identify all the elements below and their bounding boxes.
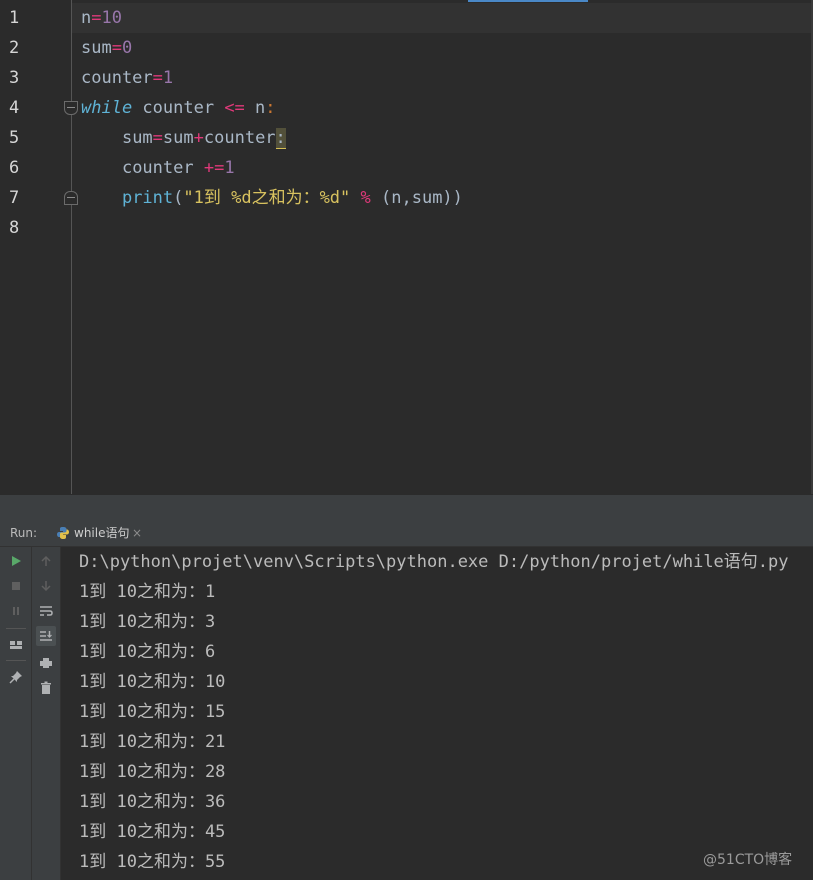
code-token: (n,sum)) (370, 188, 463, 208)
pin-icon[interactable] (6, 667, 26, 687)
line-number: 5 (9, 128, 20, 148)
code-editor[interactable]: 1 2 3 4 5 6 7 8 n=10 sum=0 counter=1 whi… (0, 0, 813, 494)
code-token: counter (132, 98, 225, 118)
code-token-operator: += (203, 158, 225, 178)
code-warning-colon[interactable]: : (275, 128, 286, 149)
code-token: counter (203, 128, 276, 148)
scroll-indicator (468, 0, 588, 2)
line-number: 7 (9, 188, 20, 208)
scroll-to-end-icon[interactable] (36, 626, 56, 646)
code-token-number: 1 (224, 158, 235, 178)
code-token: sum (162, 128, 194, 148)
code-token-operator: = (111, 38, 122, 58)
fold-end-icon[interactable] (64, 191, 78, 205)
toolbar-separator (6, 628, 26, 629)
panel-splitter[interactable] (0, 494, 813, 521)
code-token-number: 1 (162, 68, 174, 88)
code-token: ( (173, 188, 184, 208)
run-icon[interactable] (6, 551, 26, 571)
console-line: 1到 10之和为：55 (79, 852, 226, 872)
stop-icon[interactable] (6, 576, 26, 596)
gutter-divider (71, 0, 72, 494)
python-icon (57, 527, 69, 539)
code-token-colon: : (265, 98, 276, 118)
print-icon[interactable] (36, 653, 56, 673)
code-token-keyword: while (81, 98, 133, 118)
console-line: 1到 10之和为：36 (79, 792, 226, 812)
console-command-line: D:\python\projet\venv\Scripts\python.exe… (79, 552, 789, 572)
code-token-operator: % (360, 188, 371, 208)
watermark: @51CTO博客 (703, 852, 793, 868)
down-arrow-icon[interactable] (36, 576, 56, 596)
code-line-7[interactable]: print("1到 %d之和为：%d" % (n,sum)) (81, 183, 463, 213)
console-line: 1到 10之和为：15 (79, 702, 226, 722)
code-token: sum (121, 128, 153, 148)
run-toolbar-right (32, 547, 61, 880)
soft-wrap-icon[interactable] (36, 601, 56, 621)
line-number-gutter: 1 2 3 4 5 6 7 8 (0, 0, 72, 494)
console-line: 1到 10之和为：45 (79, 822, 226, 842)
pause-icon[interactable] (6, 601, 26, 621)
console-line: 1到 10之和为：1 (79, 582, 216, 602)
line-number: 1 (9, 8, 20, 28)
line-number: 3 (9, 68, 20, 88)
toolbar-separator (6, 660, 26, 661)
layout-icon[interactable] (6, 635, 26, 655)
run-label: Run: (10, 526, 38, 540)
code-token-operator: = (152, 68, 163, 88)
code-token-number: 0 (121, 38, 133, 58)
code-token: counter (121, 158, 204, 178)
line-number: 8 (9, 218, 20, 238)
run-panel-header: Run: while语句 × (0, 520, 813, 547)
console-line: 1到 10之和为：28 (79, 762, 226, 782)
trash-icon[interactable] (36, 678, 56, 698)
code-line-2[interactable]: sum=0 (81, 33, 132, 63)
code-token: n (81, 8, 92, 28)
close-icon[interactable]: × (132, 520, 142, 546)
code-line-5[interactable]: sum=sum+counter: (81, 123, 286, 153)
line-number: 6 (9, 158, 20, 178)
code-token-operator: <= (224, 98, 245, 118)
console-line: 1到 10之和为：6 (79, 642, 216, 662)
up-arrow-icon[interactable] (36, 551, 56, 571)
code-token: counter (81, 68, 153, 88)
code-token-builtin: print (121, 188, 174, 208)
fold-start-icon[interactable] (64, 101, 78, 115)
run-tab-label: while语句 (74, 526, 130, 540)
line-number: 2 (9, 38, 20, 58)
code-token-string: "1到 %d之和为：%d" (183, 188, 351, 208)
code-token: n (244, 98, 266, 118)
code-line-4[interactable]: while counter <= n: (81, 93, 276, 123)
code-line-3[interactable]: counter=1 (81, 63, 173, 93)
console-line: 1到 10之和为：21 (79, 732, 226, 752)
code-token-operator: = (152, 128, 163, 148)
code-token-operator: = (91, 8, 102, 28)
line-number: 4 (9, 98, 20, 118)
console-line: 1到 10之和为：10 (79, 672, 226, 692)
run-toolbar-left (0, 547, 32, 880)
code-token: sum (81, 38, 112, 58)
console-line: 1到 10之和为：3 (79, 612, 216, 632)
code-line-6[interactable]: counter +=1 (81, 153, 235, 183)
code-line-1[interactable]: n=10 (81, 3, 122, 33)
code-token-number: 10 (101, 8, 122, 28)
code-token-operator: + (193, 128, 204, 148)
